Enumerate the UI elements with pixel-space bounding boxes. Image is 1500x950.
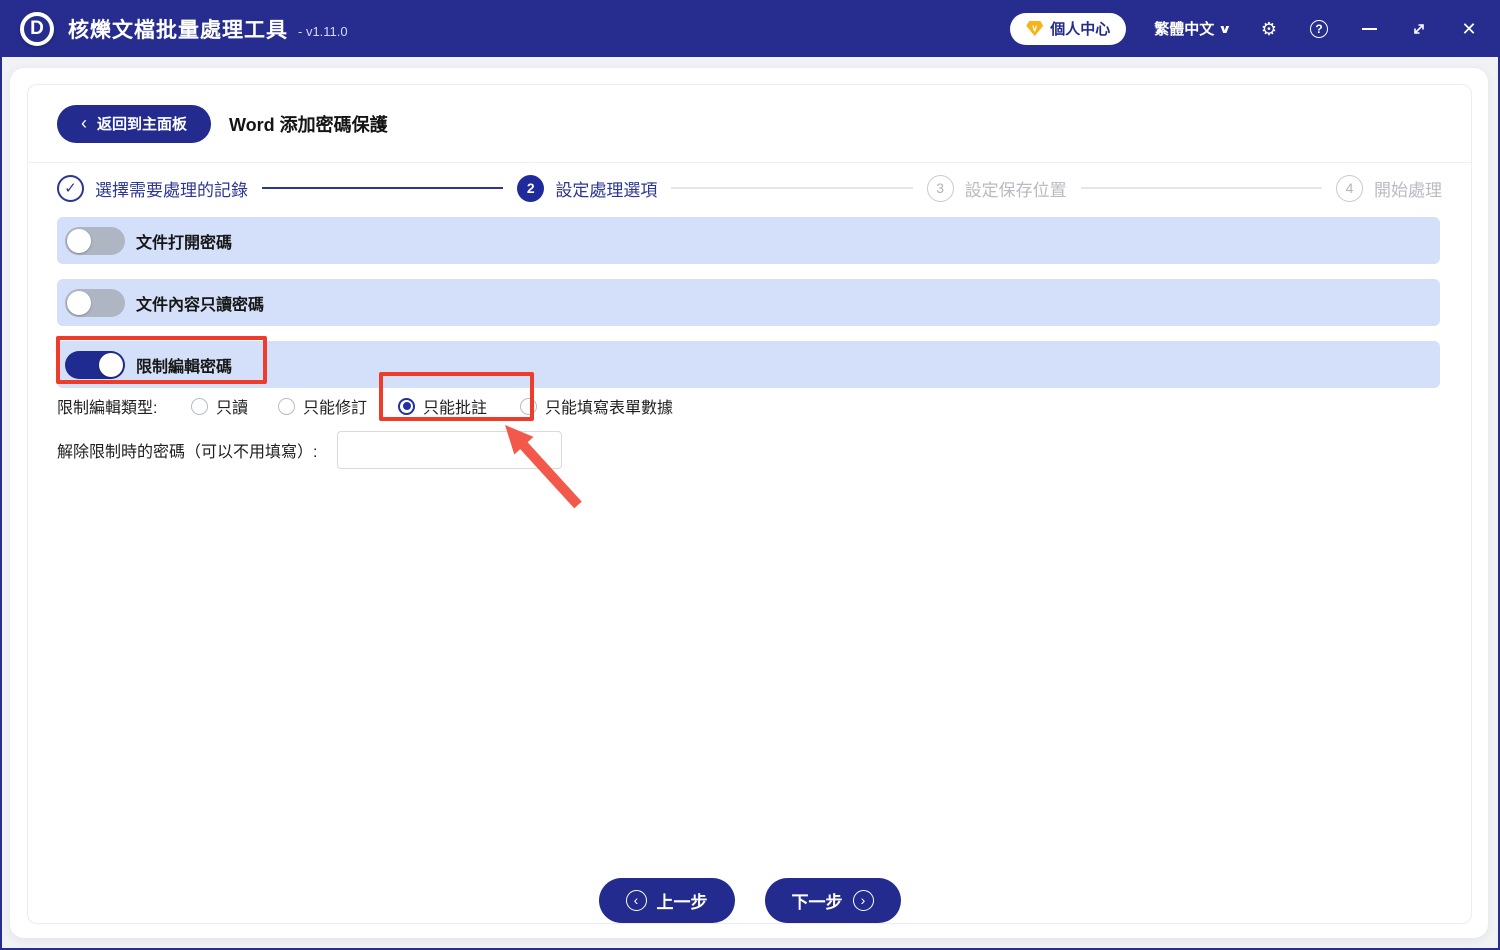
radio-comments-only-label: 只能批註 [423, 394, 487, 418]
unlock-password-input[interactable] [337, 431, 562, 469]
radio-read-only-label: 只讀 [216, 394, 248, 418]
radio-comments-only[interactable]: 只能批註 [398, 391, 487, 421]
close-button[interactable]: ✕ [1458, 18, 1480, 40]
language-label: 繁體中文 [1154, 18, 1214, 39]
panel-header: ‹ 返回到主面板 Word 添加密碼保護 [28, 85, 1471, 163]
next-step-button[interactable]: 下一步 › [765, 878, 901, 923]
wizard-footer: ‹ 上一步 下一步 › [28, 878, 1471, 923]
restrict-edit-password-toggle[interactable] [65, 351, 125, 379]
minimize-button[interactable] [1358, 18, 1380, 40]
app-title: 核爍文檔批量處理工具 [68, 14, 288, 44]
radio-icon [278, 398, 295, 415]
readonly-password-label: 文件內容只讀密碼 [136, 291, 264, 315]
restrict-edit-password-row: 限制編輯密碼 [57, 341, 1440, 388]
step-1-check-icon: ✓ [57, 175, 84, 202]
open-password-row: 文件打開密碼 [57, 217, 1440, 264]
step-4-label: 開始處理 [1374, 176, 1442, 201]
radio-track-changes-only[interactable]: 只能修訂 [278, 391, 367, 421]
radio-icon [191, 398, 208, 415]
app-version: - v1.11.0 [298, 24, 348, 39]
radio-selected-icon [398, 398, 415, 415]
radio-icon [520, 398, 537, 415]
restrict-type-row: 限制編輯類型: 只讀 只能修訂 只能批註 [28, 391, 1471, 421]
readonly-password-row: 文件內容只讀密碼 [57, 279, 1440, 326]
restrict-edit-password-label: 限制編輯密碼 [136, 353, 232, 377]
help-icon[interactable]: ? [1308, 18, 1330, 40]
main-card: ‹ 返回到主面板 Word 添加密碼保護 ✓ 選擇需要處理的記錄 2 設定處理選… [10, 68, 1488, 938]
step-4-number: 4 [1336, 175, 1363, 202]
step-2-set-options: 2 設定處理選項 [517, 175, 657, 202]
personal-center-label: 個人中心 [1050, 18, 1110, 39]
help-glyph: ? [1310, 20, 1328, 38]
radio-track-changes-only-label: 只能修訂 [303, 394, 367, 418]
settings-gear-icon[interactable]: ⚙ [1258, 18, 1280, 40]
toggle-knob [99, 353, 123, 377]
step-2-number: 2 [517, 175, 544, 202]
step-1-label: 選擇需要處理的記錄 [95, 176, 248, 201]
chevron-left-icon: ‹ [81, 114, 87, 132]
step-3-number: 3 [927, 175, 954, 202]
unlock-password-label: 解除限制時的密碼（可以不用填寫）: [57, 438, 317, 462]
toggle-knob [67, 229, 91, 253]
open-password-toggle[interactable] [65, 227, 125, 255]
back-button-label: 返回到主面板 [97, 113, 187, 134]
resize-diagonal-icon [1411, 21, 1427, 37]
restrict-type-label: 限制編輯類型: [57, 391, 157, 421]
toggle-knob [67, 291, 91, 315]
chevron-right-circle-icon: › [853, 890, 874, 911]
back-to-dashboard-button[interactable]: ‹ 返回到主面板 [57, 105, 211, 143]
titlebar: D 核爍文檔批量處理工具 - v1.11.0 ∨ 個人中心 繁體中文 ∨ ⚙ ? [0, 0, 1500, 57]
open-password-label: 文件打開密碼 [136, 229, 232, 253]
step-4-start-processing: 4 開始處理 [1336, 175, 1442, 202]
previous-step-button[interactable]: ‹ 上一步 [599, 878, 735, 923]
step-2-label: 設定處理選項 [555, 176, 657, 201]
app-window: D 核爍文檔批量處理工具 - v1.11.0 ∨ 個人中心 繁體中文 ∨ ⚙ ? [0, 0, 1500, 950]
next-step-label: 下一步 [792, 888, 843, 913]
page-title: Word 添加密碼保護 [229, 111, 388, 137]
step-3-save-location: 3 設定保存位置 [927, 175, 1067, 202]
content-background: ‹ 返回到主面板 Word 添加密碼保護 ✓ 選擇需要處理的記錄 2 設定處理選… [2, 57, 1498, 948]
step-1-select-records: ✓ 選擇需要處理的記錄 [57, 175, 248, 202]
radio-read-only[interactable]: 只讀 [191, 391, 248, 421]
gem-icon: ∨ [1026, 21, 1043, 36]
radio-fill-forms-only-label: 只能填寫表單數據 [545, 394, 673, 418]
step-connector [1081, 187, 1322, 189]
step-3-label: 設定保存位置 [965, 176, 1067, 201]
personal-center-button[interactable]: ∨ 個人中心 [1010, 13, 1126, 45]
chevron-left-circle-icon: ‹ [626, 890, 647, 911]
minimize-icon [1362, 28, 1377, 30]
readonly-password-toggle[interactable] [65, 289, 125, 317]
main-panel: ‹ 返回到主面板 Word 添加密碼保護 ✓ 選擇需要處理的記錄 2 設定處理選… [27, 84, 1472, 924]
radio-fill-forms-only[interactable]: 只能填寫表單數據 [520, 391, 673, 421]
previous-step-label: 上一步 [657, 888, 708, 913]
unlock-password-row: 解除限制時的密碼（可以不用填寫）: [57, 431, 562, 469]
language-selector[interactable]: 繁體中文 ∨ [1154, 18, 1230, 39]
step-connector [671, 187, 912, 189]
step-connector [262, 187, 503, 189]
app-logo-icon: D [20, 12, 54, 46]
maximize-restore-button[interactable] [1408, 18, 1430, 40]
chevron-down-icon: ∨ [1218, 22, 1232, 36]
step-indicator: ✓ 選擇需要處理的記錄 2 設定處理選項 3 設定保存位置 [57, 173, 1442, 203]
